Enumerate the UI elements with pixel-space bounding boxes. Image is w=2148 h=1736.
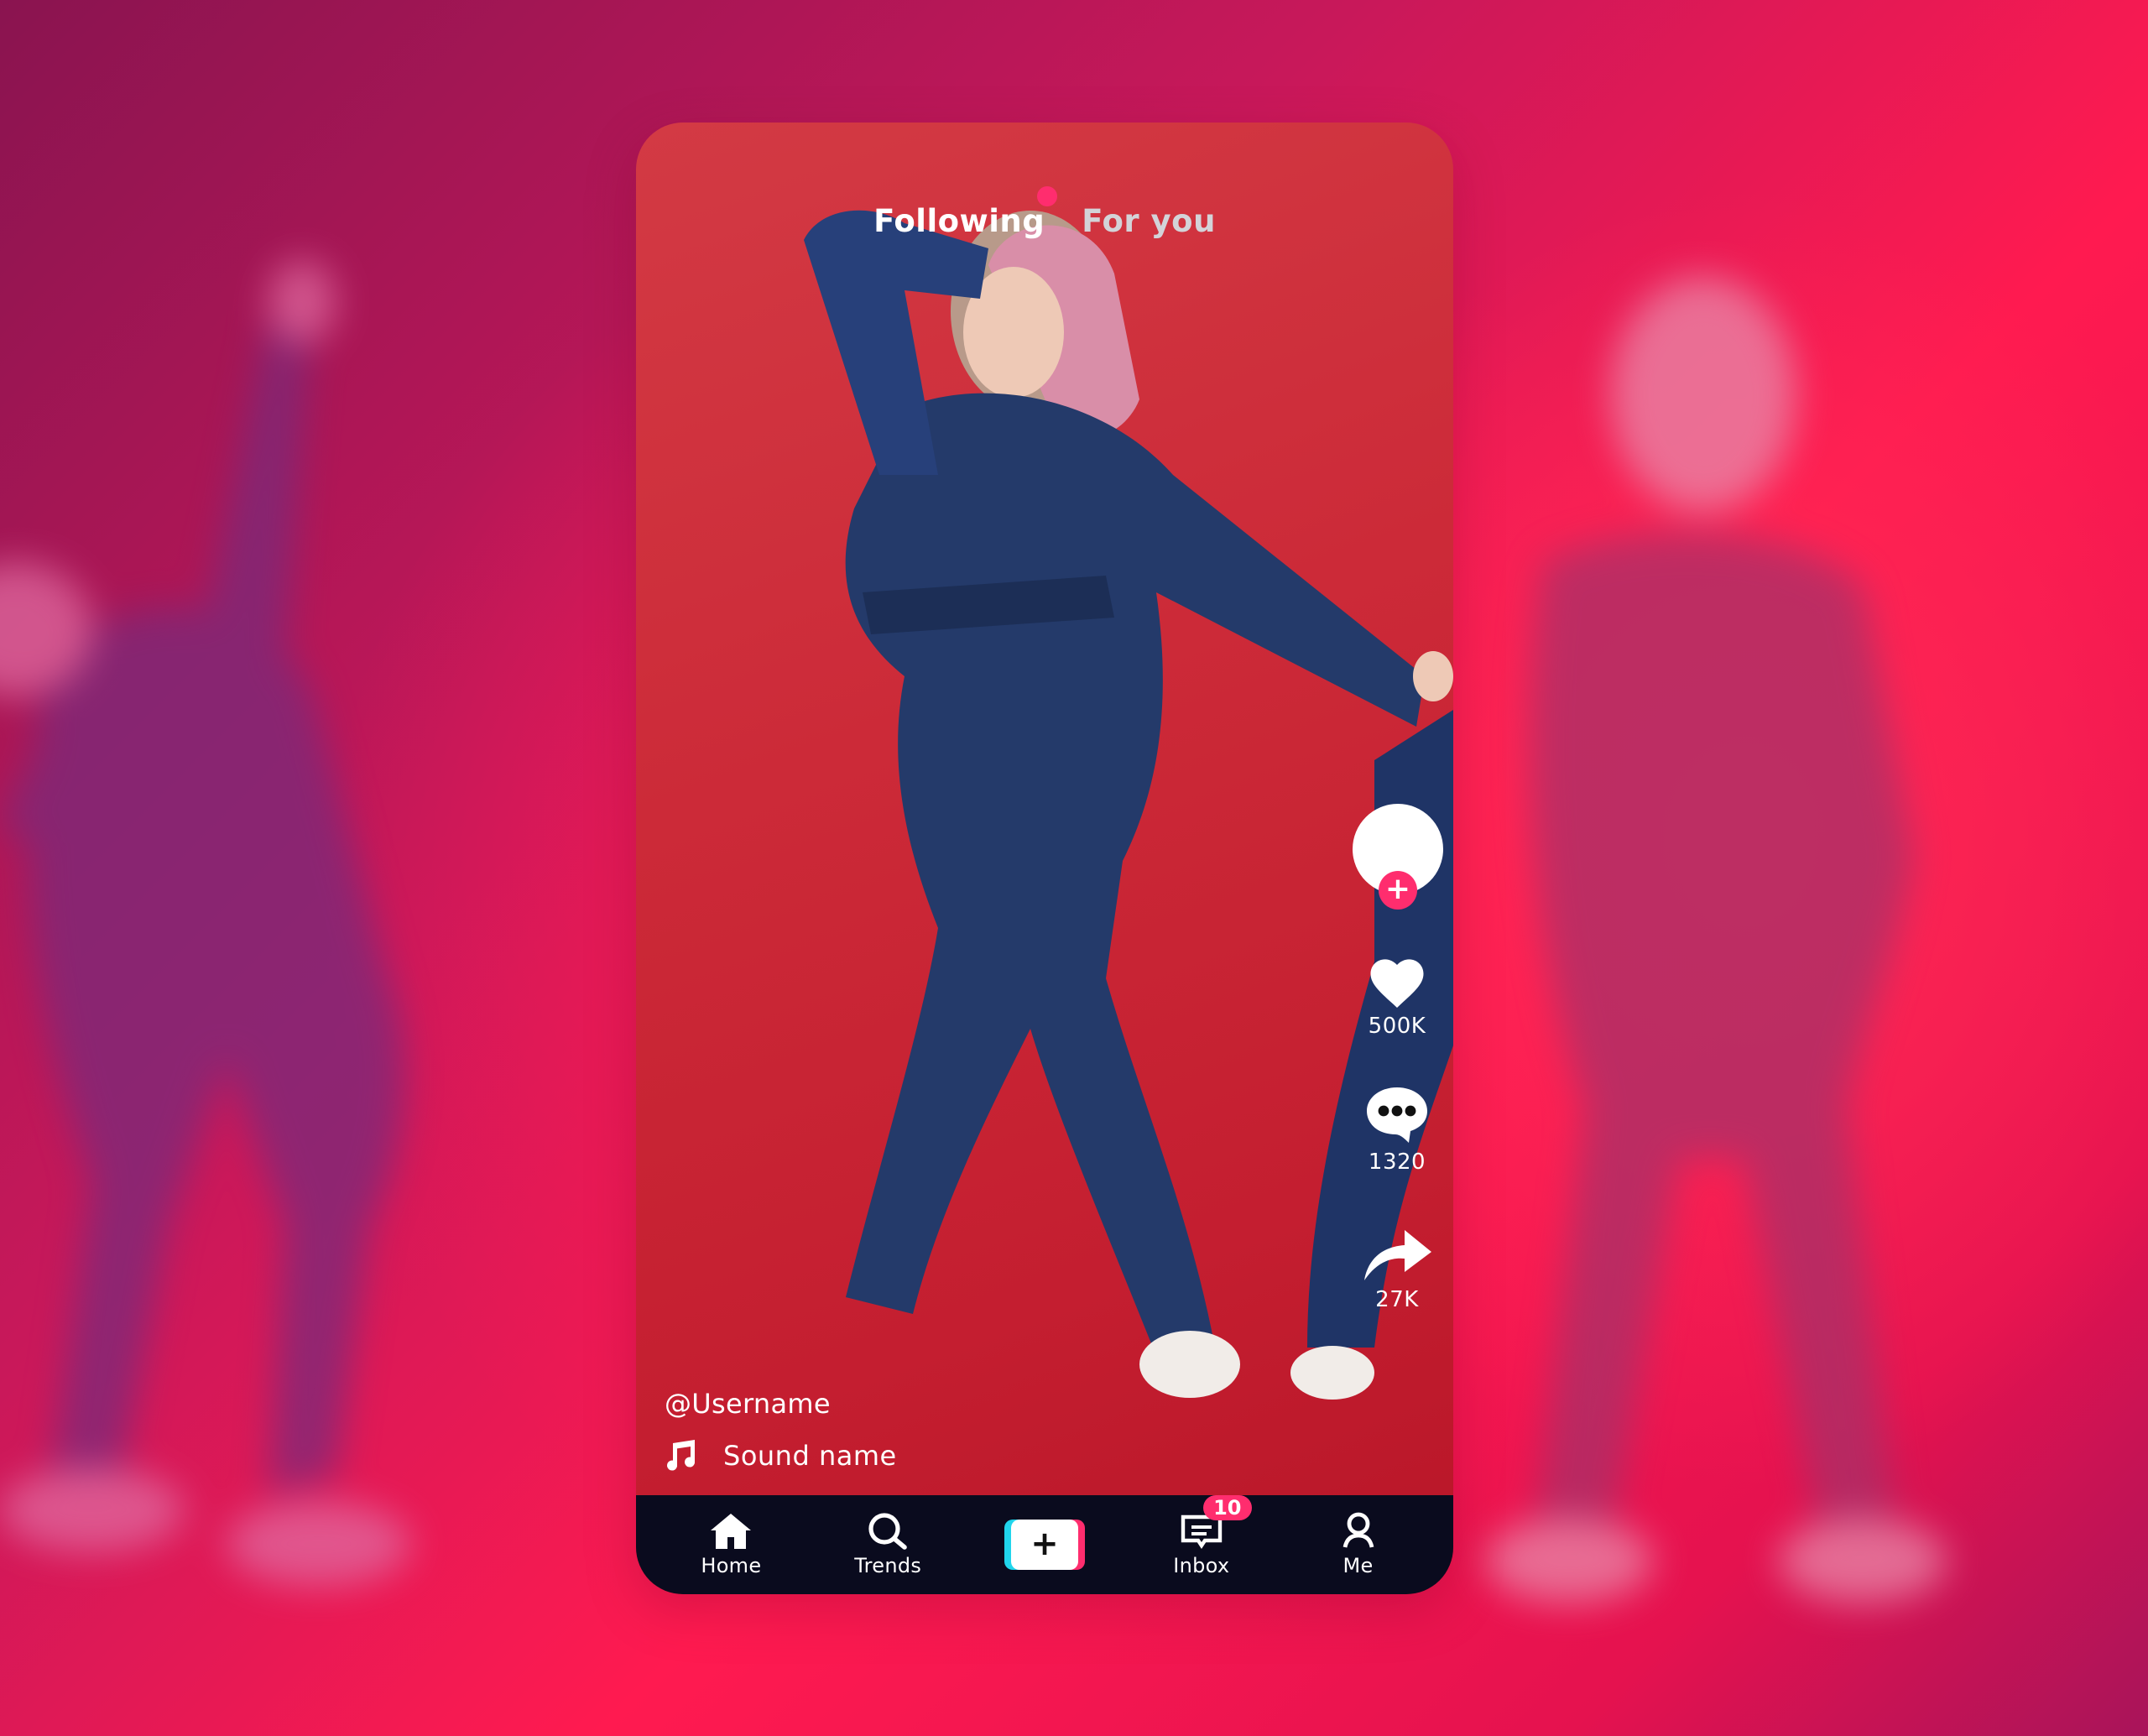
comment-button[interactable]: 1320 [1351,1084,1443,1175]
phone-frame: Following For you + 500K 1320 27K @Usern… [636,123,1453,1594]
music-note-icon [667,1440,696,1471]
background-figure-left [0,260,411,1586]
home-icon [711,1514,752,1549]
background-figure-right [1485,277,1947,1603]
nav-trends[interactable]: Trends [829,1512,946,1577]
create-button[interactable]: + [1004,1520,1085,1570]
nav-trends-label: Trends [854,1554,922,1577]
comment-count: 1320 [1368,1150,1426,1175]
user-icon [1342,1512,1374,1548]
inbox-badge: 10 [1202,1495,1252,1520]
tab-for-you[interactable]: For you [1082,203,1216,239]
share-button[interactable]: 27K [1351,1223,1443,1312]
nav-me[interactable]: Me [1300,1512,1417,1577]
video-player[interactable]: Following For you + 500K 1320 27K @Usern… [636,123,1453,1495]
video-figure [804,210,1453,1400]
sound-name: Sound name [723,1440,897,1472]
heart-icon [1370,959,1424,1008]
nav-home-label: Home [701,1554,762,1577]
follow-button[interactable]: + [1379,871,1417,910]
share-arrow-icon [1364,1230,1431,1280]
like-count: 500K [1368,1014,1426,1039]
search-icon [868,1513,907,1550]
feed-tabs: Following For you [636,203,1453,239]
nav-home[interactable]: Home [672,1512,790,1577]
nav-inbox-label: Inbox [1173,1554,1230,1577]
username-link[interactable]: @Username [665,1388,897,1420]
video-caption: @Username Sound name [665,1388,897,1472]
nav-create[interactable]: + [986,1520,1103,1570]
nav-inbox[interactable]: 10 Inbox [1143,1495,1260,1577]
share-count: 27K [1375,1287,1419,1312]
plus-icon: + [1010,1520,1078,1570]
like-button[interactable]: 500K [1351,955,1443,1039]
nav-me-label: Me [1342,1554,1374,1577]
bottom-navbar: Home Trends + 10 Inbox Me [636,1495,1453,1594]
tab-following[interactable]: Following [873,203,1045,239]
sound-link[interactable]: Sound name [665,1440,897,1472]
comment-icon [1367,1087,1427,1143]
